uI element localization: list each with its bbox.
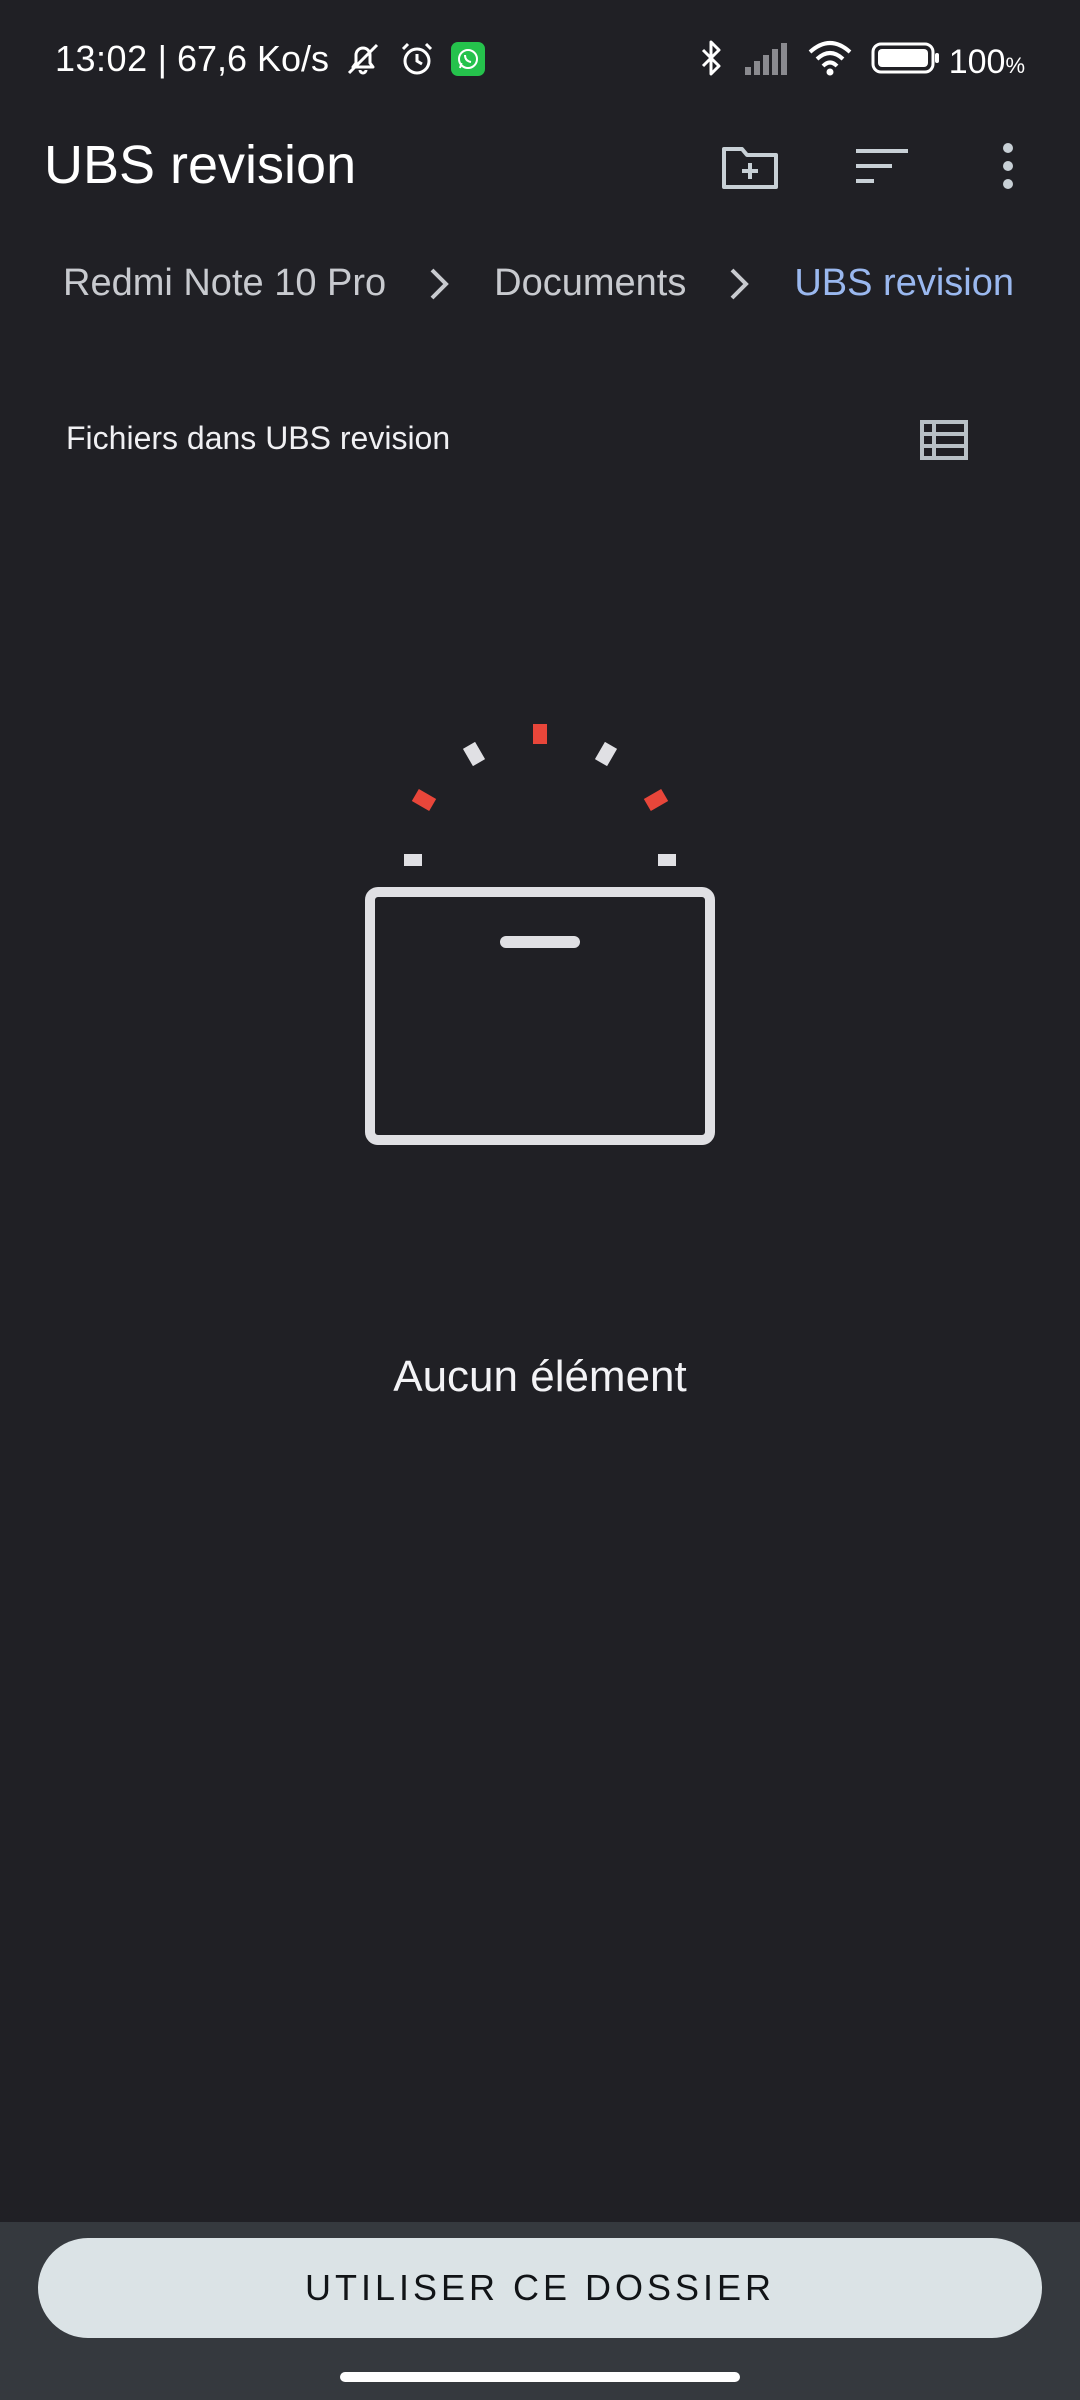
new-folder-button[interactable] (710, 126, 790, 206)
use-folder-button[interactable]: UTILISER CE DOSSIER (38, 2238, 1042, 2338)
chevron-right-icon (428, 266, 450, 302)
status-bar: 13:02 | 67,6 Ko/s 100% (0, 0, 1080, 120)
breadcrumb-item-documents[interactable]: Documents (494, 262, 686, 305)
bell-off-icon (343, 39, 383, 79)
sort-button[interactable] (842, 126, 922, 206)
page-title: UBS revision (44, 135, 357, 195)
network-speed: 67,6 Ko/s (176, 38, 330, 79)
list-view-icon (920, 420, 968, 460)
files-section-label: Fichiers dans UBS revision (66, 420, 451, 456)
home-indicator[interactable] (340, 2372, 740, 2382)
new-folder-icon (722, 147, 778, 189)
view-toggle-button[interactable] (916, 412, 972, 468)
sort-icon (856, 149, 908, 183)
status-separator: | (157, 38, 167, 79)
status-right: 100% (681, 38, 1025, 87)
empty-box-icon (350, 710, 730, 1170)
chevron-right-icon (728, 266, 750, 302)
breadcrumb-item-current[interactable]: UBS revision (794, 262, 1014, 305)
breadcrumb-item-device[interactable]: Redmi Note 10 Pro (63, 262, 386, 305)
bluetooth-icon (699, 38, 725, 87)
alarm-icon (397, 39, 437, 79)
bottom-bar: UTILISER CE DOSSIER (0, 2222, 1080, 2400)
wifi-icon (807, 40, 853, 85)
app-bar: UBS revision (0, 120, 1080, 280)
breadcrumb: Redmi Note 10 Pro Documents UBS revision (63, 262, 1014, 305)
battery-percent-value: 100 (948, 43, 1006, 81)
more-options-button[interactable] (968, 126, 1048, 206)
status-left: 13:02 | 67,6 Ko/s (55, 38, 486, 80)
battery-icon (871, 41, 941, 84)
more-vert-icon (1003, 143, 1013, 189)
status-time: 13:02 (55, 38, 148, 79)
battery-percent-unit: % (1005, 53, 1025, 78)
empty-state-message: Aucun élément (393, 1352, 687, 1401)
whatsapp-icon (451, 42, 486, 76)
signal-icon (743, 41, 789, 84)
battery-percent: 100% (949, 43, 1025, 82)
